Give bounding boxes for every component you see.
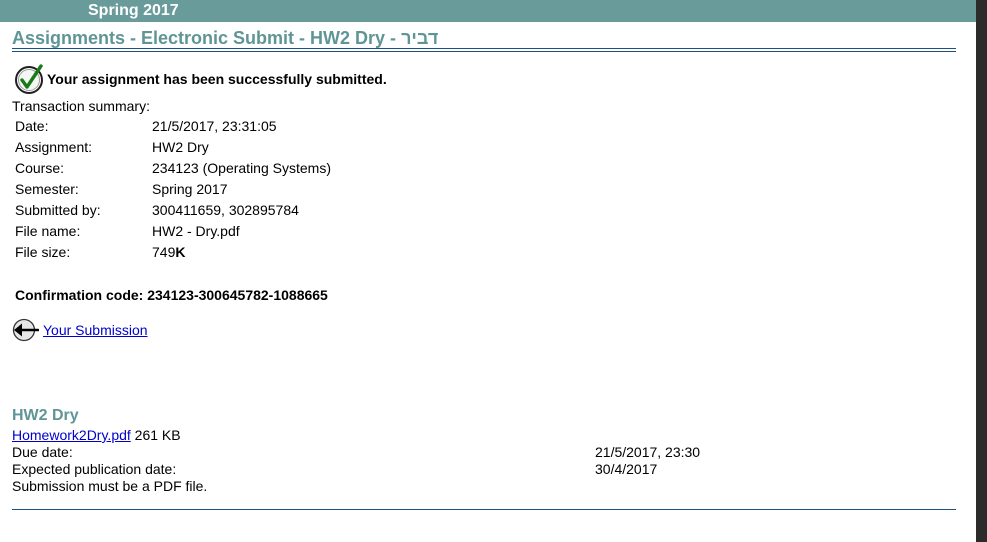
summary-value: HW2 Dry — [152, 139, 209, 155]
transaction-summary: Date: 21/5/2017, 23:31:05 Assignment: HW… — [15, 118, 331, 265]
summary-value: HW2 - Dry.pdf — [152, 223, 240, 239]
summary-label: Assignment: — [15, 139, 93, 155]
title-divider — [12, 48, 956, 49]
publication-date-line: Expected publication date: 30/4/2017 — [12, 461, 712, 478]
summary-label: File size: — [15, 244, 71, 260]
back-navigation: Your Submission — [12, 318, 148, 342]
due-date-line: Due date: 21/5/2017, 23:30 — [12, 444, 712, 461]
publication-date-label: Expected publication date: — [12, 461, 177, 477]
title-divider-second — [12, 51, 956, 52]
confirmation-code: Confirmation code: 234123-300645782-1088… — [15, 287, 328, 303]
submission-note: Submission must be a PDF file. — [12, 478, 208, 494]
page-title: Assignments - Electronic Submit - HW2 Dr… — [12, 28, 439, 48]
homework-file-size: 261 KB — [130, 427, 181, 443]
file-size-number: 749 — [152, 244, 176, 260]
due-date-value: 21/5/2017, 23:30 — [595, 444, 701, 460]
assignment-title: HW2 Dry — [12, 407, 79, 424]
summary-label: Course: — [15, 160, 65, 176]
summary-value: 749K — [152, 244, 185, 265]
homework-file-link[interactable]: Homework2Dry.pdf — [12, 427, 131, 443]
summary-row-file-name: File name: HW2 - Dry.pdf — [15, 223, 331, 244]
summary-value: 234123 (Operating Systems) — [152, 160, 331, 176]
bottom-divider — [12, 509, 956, 510]
summary-row-assignment: Assignment: HW2 Dry — [15, 139, 331, 160]
assignment-details: Homework2Dry.pdf 261 KB Due date: 21/5/2… — [12, 427, 712, 495]
success-message: Your assignment has been successfully su… — [14, 63, 387, 95]
file-size-unit: K — [175, 244, 186, 260]
summary-value: 300411659, 302895784 — [152, 202, 299, 218]
summary-row-submitted-by: Submitted by: 300411659, 302895784 — [15, 202, 331, 223]
page: Spring 2017 Assignments - Electronic Sub… — [0, 0, 976, 542]
summary-value: Spring 2017 — [152, 181, 228, 197]
summary-row-date: Date: 21/5/2017, 23:31:05 — [15, 118, 331, 139]
publication-date-value: 30/4/2017 — [595, 461, 658, 477]
summary-value: 21/5/2017, 23:31:05 — [152, 118, 277, 134]
assignment-file-line: Homework2Dry.pdf 261 KB — [12, 427, 712, 444]
window-edge — [976, 0, 987, 542]
summary-row-course: Course: 234123 (Operating Systems) — [15, 160, 331, 181]
success-text: Your assignment has been successfully su… — [47, 71, 387, 87]
summary-label: Date: — [15, 118, 49, 134]
semester-label: Spring 2017 — [88, 2, 179, 19]
summary-label: Semester: — [15, 181, 79, 197]
your-submission-link[interactable]: Your Submission — [43, 322, 148, 338]
transaction-summary-heading: Transaction summary: — [12, 98, 150, 114]
summary-row-file-size: File size: 749K — [15, 244, 331, 265]
check-circle-icon — [14, 63, 46, 95]
submission-note-line: Submission must be a PDF file. — [12, 478, 712, 495]
due-date-label: Due date: — [12, 444, 73, 460]
summary-label: Submitted by: — [15, 202, 101, 218]
header-bar: Spring 2017 — [0, 0, 976, 22]
back-arrow-icon[interactable] — [12, 318, 40, 342]
summary-label: File name: — [15, 223, 81, 239]
summary-row-semester: Semester: Spring 2017 — [15, 181, 331, 202]
